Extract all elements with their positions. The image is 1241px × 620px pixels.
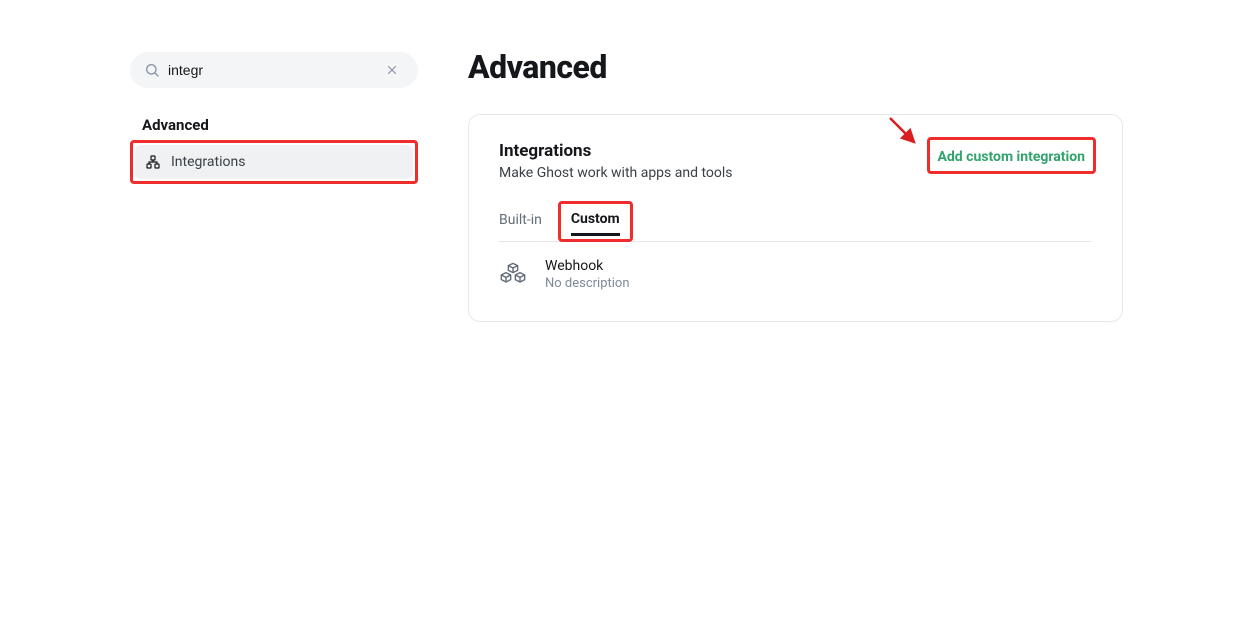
annotation-box-tab: Custom: [558, 201, 633, 242]
search-input[interactable]: [168, 62, 380, 78]
clear-search-button[interactable]: [380, 58, 404, 82]
integration-meta: Webhook No description: [545, 258, 630, 291]
main: Advanced Integrations Make Ghost work wi…: [468, 52, 1241, 322]
close-icon: [385, 63, 399, 77]
page-title: Advanced: [468, 48, 1201, 86]
annotation-box-sidebar: Integrations: [130, 140, 418, 184]
add-custom-integration-button[interactable]: Add custom integration: [938, 149, 1085, 165]
integration-name: Webhook: [545, 258, 630, 274]
cubes-icon: [499, 261, 527, 289]
integrations-card: Integrations Make Ghost work with apps a…: [468, 114, 1123, 322]
card-header: Integrations Make Ghost work with apps a…: [499, 141, 1092, 181]
search-icon: [144, 62, 160, 78]
sidebar-section-heading: Advanced: [130, 116, 418, 134]
annotation-box-add: Add custom integration: [927, 137, 1096, 174]
integration-row[interactable]: Webhook No description: [499, 242, 1092, 291]
sidebar-item-integrations[interactable]: Integrations: [135, 145, 413, 179]
card-subtitle: Make Ghost work with apps and tools: [499, 165, 733, 181]
tab-builtin[interactable]: Built-in: [499, 204, 542, 238]
sidebar: Advanced Integrations: [130, 52, 418, 322]
sidebar-item-label: Integrations: [171, 154, 245, 170]
tabs: Built-in Custom: [499, 201, 1092, 242]
tab-custom[interactable]: Custom: [571, 209, 620, 236]
search-input-wrap[interactable]: [130, 52, 418, 88]
card-title: Integrations: [499, 141, 733, 161]
integrations-icon: [145, 154, 161, 170]
integration-description: No description: [545, 276, 630, 291]
